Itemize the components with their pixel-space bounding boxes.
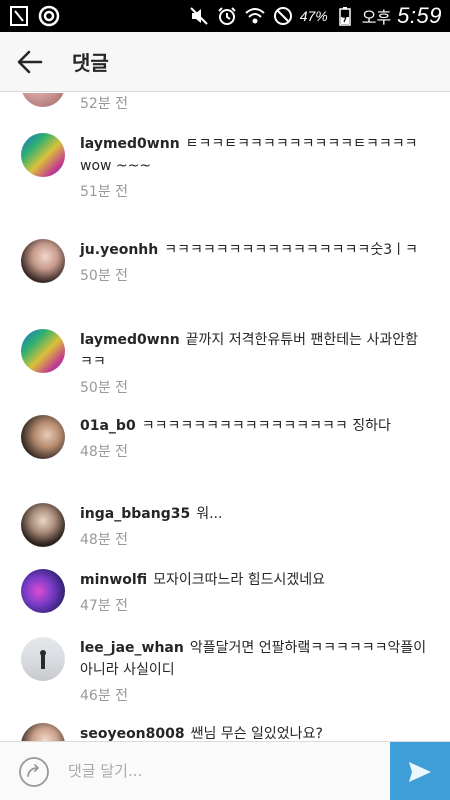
comment-time: 50분 전 [80, 268, 129, 284]
comment-username[interactable]: laymed0wnn [80, 332, 180, 348]
comment-text-line: seoyeon8008 쌘님 무슨 일있었나요? [80, 723, 430, 741]
compose-bar [0, 741, 450, 800]
notification-icon [8, 5, 30, 27]
avatar-figure-icon [40, 650, 46, 669]
app-bar: 댓글 [0, 32, 450, 92]
alarm-icon [216, 5, 238, 27]
comment-body: seoyeon8008 쌘님 무슨 일있었나요? [80, 723, 430, 741]
avatar[interactable] [21, 569, 65, 613]
comment-text-line: 01a_b0 ㅋㅋㅋㅋㅋㅋㅋㅋㅋㅋㅋㅋㅋㅋㅋㅋ 징하다 [80, 415, 430, 437]
avatar[interactable] [21, 415, 65, 459]
status-ampm: 오후 [361, 10, 392, 27]
status-time: 5:59 [397, 3, 442, 28]
comment-body: laymed0wnn 끝까지 저격한유튜버 팬한테는 사과안함 ㅋㅋ 50분 전 [80, 329, 430, 397]
comment-body: ju.yeonhh ㅋㅋㅋㅋㅋㅋㅋㅋㅋㅋㅋㅋㅋㅋㅋㅋ숫3ㅣㅋ 50분 전 [80, 239, 430, 285]
comment-input[interactable] [68, 752, 378, 790]
comment-text-line: ju.yeonhh ㅋㅋㅋㅋㅋㅋㅋㅋㅋㅋㅋㅋㅋㅋㅋㅋ숫3ㅣㅋ [80, 239, 430, 261]
comment-body: 52분 전 [80, 93, 430, 113]
back-button[interactable] [0, 32, 60, 92]
mute-icon [188, 5, 210, 27]
page-title: 댓글 [72, 51, 109, 75]
comment-text-line: laymed0wnn 끝까지 저격한유튜버 팬한테는 사과안함 ㅋㅋ [80, 329, 430, 373]
comment-time: 48분 전 [80, 532, 129, 548]
comment-username[interactable]: 01a_b0 [80, 418, 136, 434]
comment-body: minwolfi 모자이크따느라 힘드시겠네요 47분 전 [80, 569, 430, 615]
send-icon [409, 761, 431, 782]
comment-time: 48분 전 [80, 444, 129, 460]
comment-text: 워... [196, 506, 223, 522]
comment-body: laymed0wnn ㅌㅋㅋㅌㅋㅋㅋㅋㅋㅋㅋㅋㅋㅌㅋㅋㅋㅋ wow ~~~ 51분… [80, 133, 430, 201]
comment-text: ㅋㅋㅋㅋㅋㅋㅋㅋㅋㅋㅋㅋㅋㅋㅋㅋ숫3ㅣㅋ [164, 242, 418, 258]
comment-username[interactable]: seoyeon8008 [80, 726, 185, 741]
comment-time: 50분 전 [80, 380, 129, 396]
blocked-icon [272, 5, 294, 27]
status-left [8, 5, 60, 27]
comment-time: 51분 전 [80, 184, 129, 200]
back-arrow-icon [17, 50, 43, 73]
battery-percent: 47% [299, 8, 328, 24]
comment-time: 46분 전 [80, 688, 129, 704]
comment-username[interactable]: minwolfi [80, 572, 147, 588]
comment-text-line: inga_bbang35 워... [80, 503, 430, 525]
wifi-icon [244, 5, 266, 27]
comments-list[interactable]: 52분 전 laymed0wnn ㅌㅋㅋㅌㅋㅋㅋㅋㅋㅋㅋㅋㅋㅌㅋㅋㅋㅋ wow ~… [0, 93, 450, 741]
avatar[interactable] [21, 503, 65, 547]
avatar[interactable] [21, 93, 65, 107]
avatar[interactable] [21, 133, 65, 177]
battery-charging-icon [334, 5, 356, 27]
status-right: 47% 오후 5:59 [188, 3, 442, 29]
send-button[interactable] [390, 742, 450, 800]
reply-icon[interactable] [18, 756, 50, 788]
comment-text: 쌘님 무슨 일있었나요? [190, 726, 323, 741]
comment-text-line: lee_jae_whan 악플달거면 언팔하랰ㅋㅋㅋㅋㅋㅋ악플이아니라 사실이디 [80, 637, 430, 681]
comment-body: inga_bbang35 워... 48분 전 [80, 503, 430, 549]
comment-text: ㅋㅋㅋㅋㅋㅋㅋㅋㅋㅋㅋㅋㅋㅋㅋㅋ 징하다 [141, 418, 391, 434]
comment-username[interactable]: lee_jae_whan [80, 640, 184, 656]
avatar[interactable] [21, 239, 65, 283]
comment-username[interactable]: inga_bbang35 [80, 506, 190, 522]
comment-text-line: laymed0wnn ㅌㅋㅋㅌㅋㅋㅋㅋㅋㅋㅋㅋㅋㅌㅋㅋㅋㅋ wow ~~~ [80, 133, 430, 177]
comment-text-line: minwolfi 모자이크따느라 힘드시겠네요 [80, 569, 430, 591]
avatar[interactable] [21, 329, 65, 373]
status-bar: 47% 오후 5:59 [0, 0, 450, 32]
comment-username[interactable]: ju.yeonhh [80, 242, 158, 258]
comment-username[interactable]: laymed0wnn [80, 136, 180, 152]
avatar[interactable] [21, 637, 65, 681]
comment-body: 01a_b0 ㅋㅋㅋㅋㅋㅋㅋㅋㅋㅋㅋㅋㅋㅋㅋㅋ 징하다 48분 전 [80, 415, 430, 461]
comment-time: 52분 전 [80, 96, 129, 112]
avatar[interactable] [21, 723, 65, 741]
app-logo-icon [38, 5, 60, 27]
comment-time: 47분 전 [80, 598, 129, 614]
comment-body: lee_jae_whan 악플달거면 언팔하랰ㅋㅋㅋㅋㅋㅋ악플이아니라 사실이디 … [80, 637, 430, 705]
comment-text: 모자이크따느라 힘드시겠네요 [153, 572, 325, 588]
